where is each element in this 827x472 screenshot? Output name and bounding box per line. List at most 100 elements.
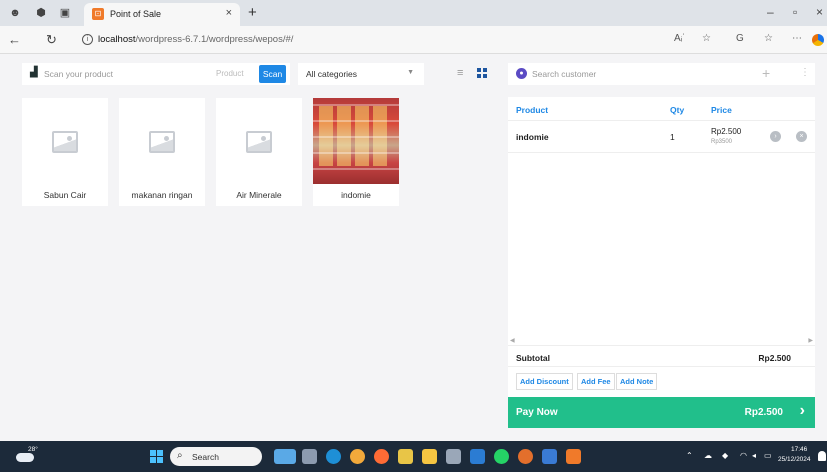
subtotal-row: Subtotal Rp2.500 <box>508 345 815 367</box>
subtotal-label: Subtotal <box>516 353 550 363</box>
cart-item-qty[interactable]: 1 <box>670 132 675 142</box>
taskbar-search[interactable]: ⌕ Search <box>170 447 262 466</box>
app-icon[interactable] <box>446 449 461 464</box>
tab-title: Point of Sale <box>110 9 162 19</box>
app-icon[interactable] <box>374 449 389 464</box>
add-customer-icon[interactable]: + <box>762 65 770 81</box>
image-placeholder-icon <box>52 131 78 153</box>
app-icon[interactable] <box>350 449 365 464</box>
barcode-icon: ▟ <box>30 67 38 78</box>
favorite-star-icon[interactable]: ☆ <box>702 33 711 44</box>
info-icon[interactable]: i <box>82 34 93 45</box>
file-explorer-icon[interactable] <box>422 449 437 464</box>
customer-search-input[interactable]: Search customer <box>532 69 596 79</box>
show-hidden-icons-icon[interactable]: ⌃ <box>686 451 693 460</box>
product-name: Air Minerale <box>236 190 282 200</box>
cloud-icon <box>16 453 34 462</box>
customer-search-bar: ● Search customer + ⋮ <box>508 63 815 85</box>
xampp-icon[interactable] <box>566 449 581 464</box>
battery-icon[interactable]: ▭ <box>764 451 772 460</box>
pay-total: Rp2.500 <box>744 407 783 418</box>
window-close-icon[interactable]: × <box>816 5 823 19</box>
scroll-right-icon[interactable]: ▶ <box>808 337 813 344</box>
remove-item-icon[interactable]: × <box>796 131 807 142</box>
cart-actions: Add Discount Add Fee Add Note <box>508 369 815 393</box>
extension-icon[interactable] <box>812 34 824 46</box>
pos-favicon-icon: ⊡ <box>92 8 104 20</box>
volume-icon[interactable]: ◂ <box>752 451 756 460</box>
product-name: indomie <box>341 190 371 200</box>
task-view-icon[interactable] <box>302 449 317 464</box>
minimize-icon[interactable]: – <box>767 5 774 19</box>
cart-row[interactable]: indomie 1 Rp2.500 Rp3500 › × <box>508 121 815 153</box>
new-tab-icon[interactable]: + <box>248 4 257 21</box>
copilot-icon[interactable]: G <box>736 33 744 44</box>
scan-bar: ▟ Scan your product Product Scan <box>22 63 290 85</box>
scroll-left-icon[interactable]: ◀ <box>510 337 515 344</box>
scan-input[interactable]: Scan your product <box>44 69 113 79</box>
product-card[interactable]: makanan ringan <box>119 98 205 206</box>
more-vertical-icon[interactable]: ⋮ <box>800 67 810 78</box>
subtotal-value: Rp2.500 <box>758 353 791 363</box>
photos-icon[interactable] <box>542 449 557 464</box>
add-note-button[interactable]: Add Note <box>616 373 658 390</box>
taskbar-search-label: Search <box>192 452 219 462</box>
product-card[interactable]: Air Minerale <box>216 98 302 206</box>
add-discount-button[interactable]: Add Discount <box>516 373 573 390</box>
product-card[interactable]: Sabun Cair <box>22 98 108 206</box>
refresh-icon[interactable]: ↻ <box>46 32 57 48</box>
expand-item-icon[interactable]: › <box>770 131 781 142</box>
product-card[interactable]: indomie <box>313 98 399 206</box>
chrome-icon[interactable] <box>518 449 533 464</box>
back-icon[interactable]: ← <box>8 32 21 47</box>
word-icon[interactable] <box>470 449 485 464</box>
windows-start-icon[interactable] <box>150 450 163 463</box>
widgets-app-icon[interactable] <box>274 449 296 464</box>
tab-point-of-sale[interactable]: ⊡ Point of Sale × <box>84 3 240 26</box>
onedrive-icon[interactable]: ☁ <box>704 451 712 460</box>
more-icon[interactable]: ⋯ <box>792 33 802 44</box>
cart-item-name: indomie <box>516 132 549 142</box>
temperature: 28° <box>28 446 38 453</box>
customer-icon: ● <box>516 68 527 79</box>
url-host: localhost <box>98 34 136 45</box>
app-icon[interactable] <box>398 449 413 464</box>
weather-widget[interactable]: 28° <box>14 446 38 465</box>
whatsapp-icon[interactable] <box>494 449 509 464</box>
clock-date[interactable]: 25/12/2024 <box>778 456 811 463</box>
image-placeholder-icon <box>149 131 175 153</box>
scan-button[interactable]: Scan <box>259 65 286 83</box>
list-view-icon[interactable]: ≡ <box>457 68 463 79</box>
product-mode-select[interactable]: Product <box>216 69 244 78</box>
grid-view-icon[interactable] <box>477 68 487 78</box>
workspaces-icon[interactable]: ⬢ <box>34 6 48 20</box>
url-input[interactable]: i localhost/wordpress-6.7.1/wordpress/we… <box>70 30 690 50</box>
app-tray-icon[interactable]: ◆ <box>722 451 728 460</box>
product-thumbnail <box>119 98 205 184</box>
chevron-down-icon: ▼ <box>407 69 414 76</box>
wifi-icon[interactable]: ◠ <box>740 451 747 460</box>
notification-bell-icon[interactable] <box>818 451 826 461</box>
url-text: localhost/wordpress-6.7.1/wordpress/wepo… <box>98 34 293 45</box>
close-icon[interactable]: × <box>226 7 232 19</box>
windows-taskbar: 28° ⌕ Search ⌃ ☁ ◆ ◠ ◂ ▭ 17:46 25/12/202… <box>0 441 827 472</box>
address-toolbar: ← ↻ i localhost/wordpress-6.7.1/wordpres… <box>0 26 827 54</box>
col-qty: Qty <box>670 105 685 115</box>
pay-now-button[interactable]: Pay Now Rp2.500 › <box>508 397 815 428</box>
image-placeholder-icon <box>246 131 272 153</box>
add-fee-button[interactable]: Add Fee <box>577 373 615 390</box>
product-thumbnail <box>313 98 399 184</box>
restore-icon[interactable]: ▫ <box>793 5 797 19</box>
category-select[interactable]: All categories ▼ <box>298 63 424 85</box>
product-photo <box>313 98 399 184</box>
profile-icon[interactable]: ☻ <box>8 6 22 20</box>
edge-browser-icon[interactable] <box>326 449 341 464</box>
col-product: Product <box>516 105 549 115</box>
horizontal-scrollbar[interactable]: ◀ ▶ <box>508 337 815 345</box>
tab-actions-icon[interactable]: ▣ <box>58 6 72 20</box>
favorites-icon[interactable]: ☆ <box>764 33 773 44</box>
product-thumbnail <box>22 98 108 184</box>
clock-time[interactable]: 17:46 <box>791 446 807 453</box>
col-price: Price <box>711 105 732 115</box>
read-aloud-icon[interactable]: Aᵢ˙ <box>674 33 686 44</box>
